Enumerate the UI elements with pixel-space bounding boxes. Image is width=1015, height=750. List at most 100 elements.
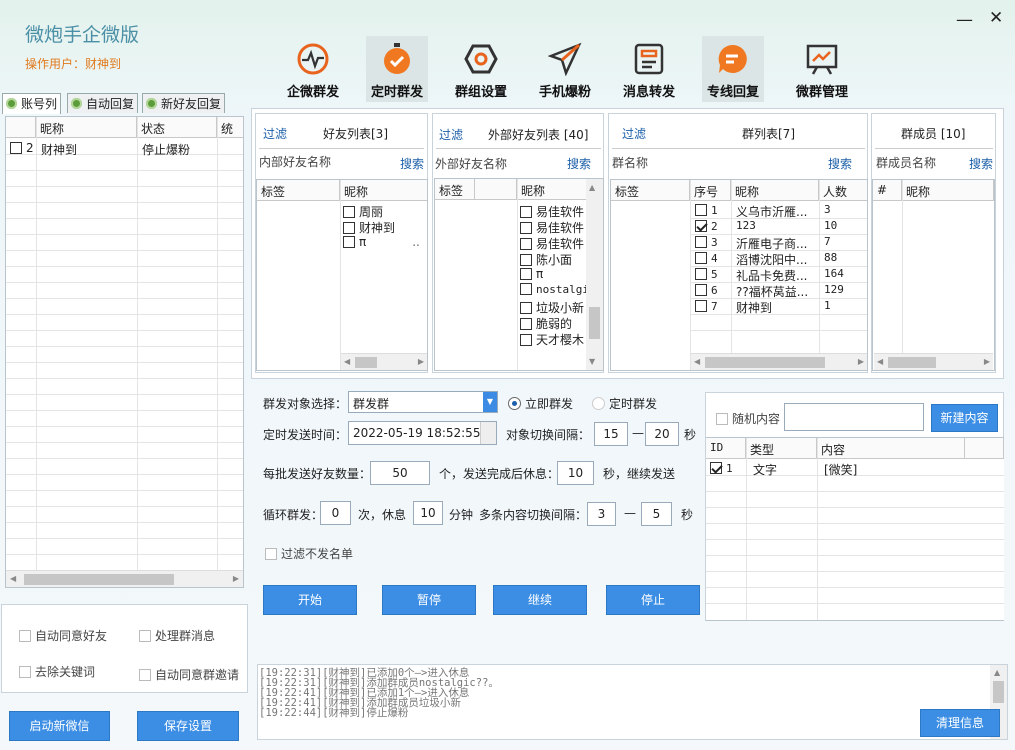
table-row[interactable]: 4 滔博沈阳中... 88 (695, 251, 867, 267)
table-row[interactable]: 3 沂雁电子商... 7 (695, 235, 867, 251)
groups-search-button[interactable]: 搜索 (828, 155, 852, 172)
options-panel: 自动同意好友 处理群消息 去除关键词 自动同意群邀请 (1, 604, 248, 693)
friends-filter-link[interactable]: 过滤 (263, 125, 287, 142)
app-title: 微炮手企微版 (25, 24, 140, 46)
friends-table: 标签 昵称 周丽 财神到 π.. ◀ ▶ (256, 179, 428, 371)
current-user: 操作用户：财神到 (25, 57, 122, 71)
rest-seconds-input[interactable]: 10 (557, 461, 594, 485)
toolbar-line-reply[interactable]: 专线回复 (702, 36, 764, 102)
start-button[interactable]: 开始 (263, 585, 357, 615)
list-item[interactable]: 易佳软件 (520, 203, 584, 219)
toolbar-label: 群组设置 (454, 85, 507, 100)
hexagon-icon (464, 44, 498, 74)
switch-min-input[interactable]: 15 (594, 422, 628, 446)
list-item[interactable]: 垃圾小新 (520, 299, 584, 315)
target-label: 群发对象选择： (263, 397, 348, 411)
list-item[interactable]: 周丽 (343, 203, 383, 219)
list-item[interactable]: nostalgi (520, 283, 589, 299)
tab-auto-reply[interactable]: 自动回复 (67, 93, 139, 113)
members-search-button[interactable]: 搜索 (969, 155, 993, 172)
handle-group-msg-checkbox[interactable]: 处理群消息 (139, 627, 215, 644)
toolbar-label: 企微群发 (286, 85, 339, 100)
toolbar-phone-fans[interactable]: 手机爆粉 (534, 36, 596, 102)
resume-button[interactable]: 继续 (493, 585, 587, 615)
h-scrollbar[interactable]: ◀ ▶ (6, 570, 243, 587)
h-scrollbar[interactable]: ◀ ▶ (874, 353, 993, 370)
minimize-button[interactable]: — (956, 12, 973, 29)
multi-min-input[interactable]: 3 (587, 502, 616, 526)
toolbar-forward[interactable]: 消息转发 (618, 36, 680, 102)
row-checkbox[interactable] (10, 142, 22, 154)
remove-keywords-checkbox[interactable]: 去除关键词 (19, 663, 95, 680)
group-list-title: 群列表[7] (742, 127, 795, 141)
random-content-checkbox[interactable]: 随机内容 (716, 410, 780, 427)
content-input[interactable] (784, 403, 924, 431)
gear-icon (146, 98, 157, 109)
list-item[interactable]: 财神到 (343, 219, 395, 235)
launch-wechat-button[interactable]: 启动新微信 (9, 711, 110, 741)
chevron-down-icon: ▼ (483, 392, 497, 412)
multi-interval-label: 多条内容切换间隔： (479, 508, 588, 522)
friends-list-title: 好友列表[3] (323, 127, 388, 141)
group-list-panel: 过滤 群列表[7] 群名称 搜索 标签 序号 昵称 人数 1 义乌市沂雁... 3 … (608, 113, 868, 373)
send-time-input[interactable]: 2022-05-19 18:52:55 (348, 421, 497, 445)
loop-rest-input[interactable]: 10 (413, 501, 443, 525)
toolbar-timed-send[interactable]: 定时群发 (366, 36, 428, 102)
toolbar-group-manage[interactable]: 微群管理 (791, 36, 853, 102)
switch-max-input[interactable]: 20 (645, 422, 679, 446)
external-search-label: 外部好友名称 (435, 157, 508, 171)
loop-count-input[interactable]: 0 (320, 501, 351, 525)
multi-max-input[interactable]: 5 (641, 502, 672, 526)
save-settings-button[interactable]: 保存设置 (137, 711, 239, 741)
auto-accept-friend-checkbox[interactable]: 自动同意好友 (19, 627, 107, 644)
table-row[interactable]: 5 礼品卡免费... 164 (695, 267, 867, 283)
pause-button[interactable]: 暂停 (382, 585, 476, 615)
list-item[interactable]: 陈小面 (520, 251, 572, 267)
members-title: 群成员 [10] (901, 127, 966, 141)
external-search-button[interactable]: 搜索 (567, 155, 591, 172)
table-row[interactable]: 7 财神到 1 (695, 299, 867, 315)
table-row[interactable]: 2 财神到 停止爆粉 (10, 141, 240, 157)
auto-accept-group-invite-checkbox[interactable]: 自动同意群邀请 (139, 666, 239, 683)
target-select[interactable]: 群发群 ▼ (348, 391, 498, 413)
toolbar-label: 定时群发 (370, 85, 423, 100)
filter-blacklist-checkbox[interactable]: 过滤不发名单 (265, 545, 353, 562)
table-row[interactable]: 1 文字 [微笑] (710, 461, 1000, 477)
v-scrollbar[interactable]: ▲▼ (586, 179, 603, 370)
account-table: 昵称 状态 统 2 财神到 停止爆粉 ◀ ▶ (5, 116, 244, 588)
stop-button[interactable]: 停止 (606, 585, 700, 615)
col-nickname: 昵称 (36, 117, 137, 138)
list-item[interactable]: 脆弱的 (520, 315, 572, 331)
send-timed-radio[interactable]: 定时群发 (592, 395, 657, 412)
batch-size-input[interactable]: 50 (370, 461, 430, 485)
list-item[interactable]: 易佳软件 (520, 235, 584, 251)
friends-list-panel: 过滤 好友列表[3] 内部好友名称 搜索 标签 昵称 周丽 财神到 π.. ◀ ▶ (255, 113, 428, 373)
members-search-label: 群成员名称 (876, 156, 937, 170)
external-filter-link[interactable]: 过滤 (439, 126, 463, 143)
col-stat: 统 (217, 117, 243, 138)
log-panel: [19:22:31][财神到]已添加0个—>进入休息 [19:22:31][财神… (257, 664, 1008, 740)
toolbar-label: 手机爆粉 (538, 85, 591, 100)
new-content-button[interactable]: 新建内容 (931, 404, 998, 432)
clock-check-icon (384, 43, 410, 74)
list-item[interactable]: π.. (343, 235, 420, 251)
send-now-radio[interactable]: 立即群发 (508, 395, 573, 412)
toolbar-group-settings[interactable]: 群组设置 (450, 36, 512, 102)
tab-new-friend-reply[interactable]: 新好友回复 (142, 93, 226, 113)
time-label: 定时发送时间： (263, 428, 348, 442)
toolbar-mass-send[interactable]: 企微群发 (282, 36, 344, 102)
h-scrollbar[interactable]: ◀ ▶ (691, 353, 867, 370)
list-item[interactable]: π (520, 267, 543, 283)
list-item[interactable]: 天才樱木 (520, 331, 584, 347)
clear-log-button[interactable]: 清理信息 (920, 709, 1000, 737)
close-button[interactable]: ✕ (989, 10, 1003, 27)
spinner-icon[interactable] (480, 422, 496, 444)
h-scrollbar[interactable]: ◀ ▶ (341, 353, 427, 370)
table-row[interactable]: 6 ??福杯莴益... 129 (695, 283, 867, 299)
tab-accounts[interactable]: 账号列 (2, 93, 62, 114)
friends-search-button[interactable]: 搜索 (400, 155, 424, 172)
table-row[interactable]: 2 123 10 (695, 219, 867, 235)
table-row[interactable]: 1 义乌市沂雁... 3 (695, 203, 867, 219)
list-item[interactable]: 易佳软件 (520, 219, 584, 235)
groups-filter-link[interactable]: 过滤 (622, 125, 646, 142)
